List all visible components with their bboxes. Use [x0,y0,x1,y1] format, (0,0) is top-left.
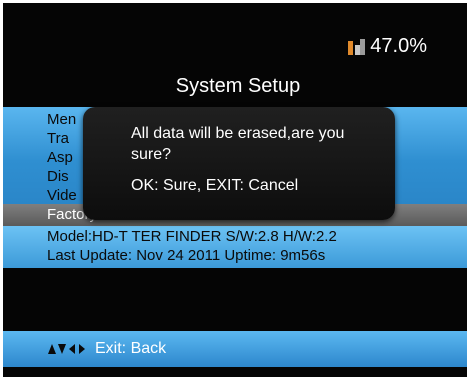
menu-item-1[interactable]: Men [47,111,76,128]
status-indicator: 47.0% [348,35,427,58]
navigation-arrows-icon [47,342,89,356]
model-info: Model:HD-T TER FINDER S/W:2.8 H/W:2.2 [47,228,337,245]
signal-bars-icon [348,38,366,55]
update-info: Last Update: Nov 24 2011 Uptime: 9m56s [47,247,326,264]
footer-exit-label: Exit: Back [95,340,167,357]
footer-bar: Exit: Back [3,331,467,367]
menu-item-2[interactable]: Tra [47,130,69,147]
menu-item-4[interactable]: Dis [47,168,69,185]
page-title: System Setup [175,75,301,97]
menu-item-3[interactable]: Asp [47,149,73,166]
arrow-keys-icon [48,344,85,354]
tv-screen: 47.0% System Setup Men Tra Asp Dis Vide … [3,3,467,377]
menu-item-5[interactable]: Vide [47,187,77,204]
status-value: 47.0% [370,35,427,57]
device-info: Model:HD-T TER FINDER S/W:2.8 H/W:2.2 La… [3,226,467,268]
dialog-hint: OK: Sure, EXIT: Cancel [131,177,299,194]
dialog-message: All data will be erased,are you sure? [131,125,345,163]
confirm-dialog[interactable]: All data will be erased,are you sure? OK… [83,107,395,220]
